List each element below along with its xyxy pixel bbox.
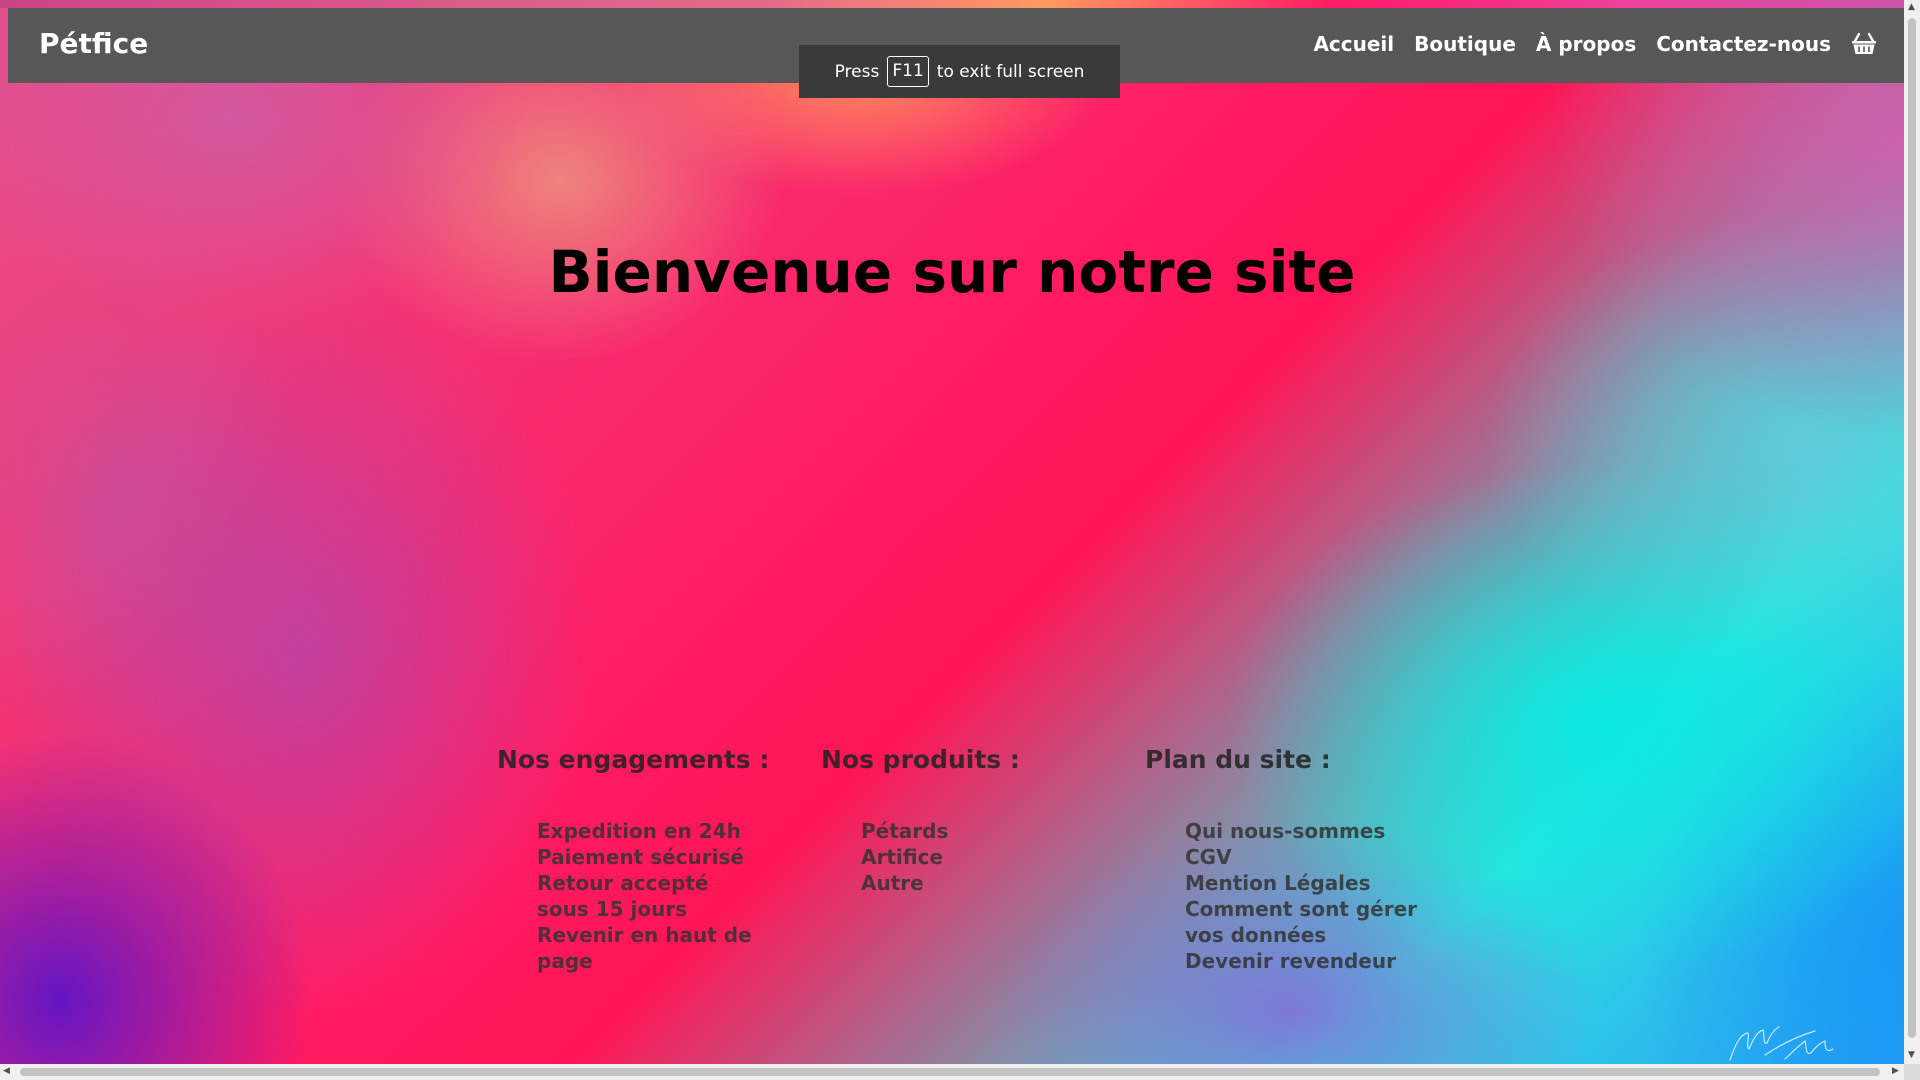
list-item[interactable]: Artifice <box>861 844 1020 870</box>
fullscreen-key: F11 <box>887 56 929 87</box>
footer-column-produits: Nos produits : Pétards Artifice Autre <box>821 745 1020 896</box>
footer-column-title: Nos engagements : <box>497 745 770 774</box>
brand-logo[interactable]: Pétfice <box>39 27 148 60</box>
nav-link-accueil[interactable]: Accueil <box>1313 32 1394 56</box>
scrollbar-corner <box>1904 1064 1920 1080</box>
footer-column-title: Plan du site : <box>1145 745 1331 774</box>
fullscreen-notice-text: to exit full screen <box>936 61 1085 82</box>
list-item[interactable]: Comment sont gérer vos données <box>1185 896 1425 948</box>
page-viewport: Pétfice Accueil Boutique À propos Contac… <box>0 0 1904 1064</box>
scroll-up-arrow-icon[interactable]: ▲ <box>1908 2 1915 12</box>
list-item[interactable]: Pétards <box>861 818 1020 844</box>
list-item[interactable]: Expedition en 24h <box>537 818 767 844</box>
list-item[interactable]: Qui nous-sommes <box>1185 818 1425 844</box>
list-item[interactable]: Mention Légales <box>1185 870 1425 896</box>
horizontal-scrollbar-thumb[interactable] <box>20 1068 1880 1076</box>
scroll-down-arrow-icon[interactable]: ▼ <box>1908 1050 1915 1060</box>
list-item[interactable]: Retour accepté sous 15 jours <box>537 870 767 922</box>
vertical-scrollbar[interactable]: ▲ ▼ <box>1904 0 1920 1064</box>
footer-column-title: Nos produits : <box>821 745 1020 774</box>
fullscreen-notice: Press F11 to exit full screen <box>799 45 1120 98</box>
gradient-background <box>0 0 1904 1064</box>
footer-column-engagements: Nos engagements : Expedition en 24h Paie… <box>497 745 769 974</box>
top-accent-strip <box>0 0 1904 8</box>
vertical-scrollbar-thumb[interactable] <box>1908 18 1916 1038</box>
list-item[interactable]: Paiement sécurisé <box>537 844 767 870</box>
footer-column-plan-du-site: Plan du site : Qui nous-sommes CGV Menti… <box>1145 745 1425 974</box>
back-to-top-link[interactable]: Revenir en haut de page <box>537 922 767 974</box>
list-item[interactable]: Autre <box>861 870 1020 896</box>
scroll-right-arrow-icon[interactable]: ▶ <box>1892 1066 1899 1076</box>
list-item[interactable]: CGV <box>1185 844 1425 870</box>
shopping-basket-icon[interactable] <box>1851 32 1877 56</box>
nav-link-contact[interactable]: Contactez-nous <box>1656 32 1831 56</box>
nav-link-a-propos[interactable]: À propos <box>1536 32 1636 56</box>
scroll-left-arrow-icon[interactable]: ◀ <box>3 1066 10 1076</box>
list-item[interactable]: Devenir revendeur <box>1185 948 1425 974</box>
hero-title: Bienvenue sur notre site <box>548 238 1356 306</box>
fullscreen-notice-press: Press <box>834 61 880 82</box>
horizontal-scrollbar[interactable]: ◀ ▶ <box>0 1064 1904 1080</box>
nav-links: Accueil Boutique À propos Contactez-nous <box>1293 32 1877 56</box>
signature-watermark <box>1729 1026 1834 1061</box>
nav-link-boutique[interactable]: Boutique <box>1414 32 1516 56</box>
